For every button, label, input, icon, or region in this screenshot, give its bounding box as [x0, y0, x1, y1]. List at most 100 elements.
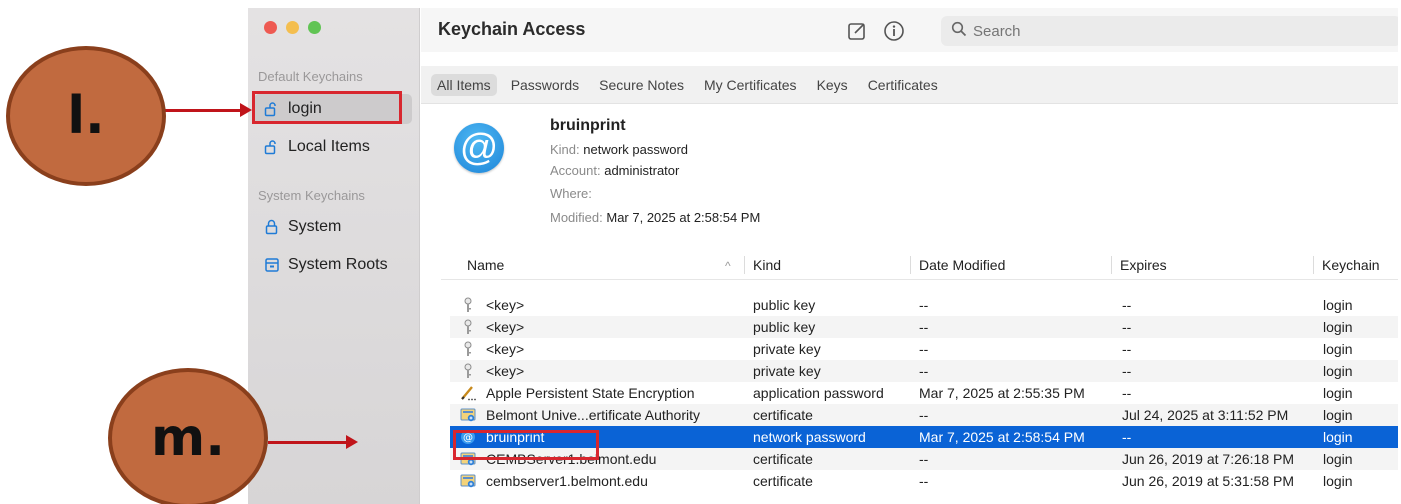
- callout-m-arrow: [268, 435, 358, 449]
- sidebar-item-login[interactable]: login: [254, 94, 412, 124]
- sidebar-item-system-roots[interactable]: System Roots: [254, 250, 412, 280]
- callout-m: m.: [108, 368, 268, 504]
- close-window-button[interactable]: [264, 21, 277, 34]
- category-tabs: All Items Passwords Secure Notes My Cert…: [421, 66, 1398, 104]
- unlocked-padlock-icon: [264, 139, 280, 155]
- info-icon[interactable]: [883, 20, 905, 42]
- date-modified-cell: --: [919, 407, 929, 423]
- sidebar: Default Keychains login Local Items Syst…: [248, 8, 420, 504]
- date-modified-cell: --: [919, 297, 929, 313]
- item-where: Where:: [550, 186, 592, 201]
- date-modified-cell: --: [919, 451, 929, 467]
- expires-cell: Jun 26, 2019 at 7:26:18 PM: [1122, 451, 1295, 467]
- column-header-name[interactable]: Name: [467, 257, 504, 273]
- main-pane: Keychain Access All Items Passwords Sec: [421, 8, 1398, 504]
- column-header-kind[interactable]: Kind: [753, 257, 781, 273]
- window-title: Keychain Access: [438, 19, 586, 39]
- name-cell: <key>: [486, 297, 525, 313]
- sidebar-section-system-keychains: System Keychains: [258, 188, 365, 203]
- kind-cell: private key: [753, 363, 821, 379]
- certificate-icon: [460, 407, 476, 423]
- item-kind: Kind: network password: [550, 142, 688, 157]
- svg-text:@: @: [463, 433, 473, 444]
- expires-cell: --: [1122, 319, 1132, 335]
- key-icon: [460, 363, 476, 379]
- table-row[interactable]: Belmont Unive...ertificate Authority cert…: [450, 404, 1398, 426]
- keychain-cell: login: [1323, 385, 1353, 401]
- keychain-cell: login: [1323, 363, 1353, 379]
- expires-cell: Jul 24, 2025 at 3:11:52 PM: [1122, 407, 1289, 423]
- table-row[interactable]: <key> private key -- -- login: [450, 360, 1398, 382]
- tab-passwords[interactable]: Passwords: [511, 74, 579, 96]
- item-account: Account: administrator: [550, 163, 679, 178]
- table-row[interactable]: <key> public key -- -- login: [450, 316, 1398, 338]
- name-cell: CEMBServer1.belmont.edu: [486, 451, 657, 467]
- expires-cell: --: [1122, 341, 1132, 357]
- sidebar-item-label: login: [288, 100, 322, 117]
- date-modified-cell: Mar 7, 2025 at 2:58:54 PM: [919, 429, 1085, 445]
- column-header-date-modified[interactable]: Date Modified: [919, 257, 1005, 273]
- date-modified-cell: --: [919, 363, 929, 379]
- key-icon: [460, 297, 476, 313]
- kind-value: network password: [583, 142, 689, 157]
- search-field[interactable]: [941, 16, 1398, 46]
- callout-l-arrow: [164, 103, 252, 117]
- table-row[interactable]: <key> private key -- -- login: [450, 338, 1398, 360]
- expires-cell: --: [1122, 363, 1132, 379]
- tab-secure-notes[interactable]: Secure Notes: [599, 74, 684, 96]
- tab-my-certificates[interactable]: My Certificates: [704, 74, 797, 96]
- table-header: Name ^ Kind Date Modified Expires Keycha…: [441, 252, 1398, 280]
- kind-cell: certificate: [753, 407, 813, 423]
- table-row[interactable]: CEMBServer1.belmont.edu certificate -- Jun …: [450, 448, 1398, 470]
- modified-label: Modified:: [550, 210, 603, 225]
- certificate-icon: [460, 473, 476, 489]
- unlocked-padlock-icon: [264, 101, 280, 117]
- key-icon: [460, 319, 476, 335]
- column-header-expires[interactable]: Expires: [1120, 257, 1167, 273]
- item-modified: Modified: Mar 7, 2025 at 2:58:54 PM: [550, 210, 760, 225]
- pen-icon: [460, 385, 476, 401]
- keychain-cell: login: [1323, 429, 1353, 445]
- modified-value: Mar 7, 2025 at 2:58:54 PM: [606, 210, 761, 225]
- toolbar: Keychain Access: [421, 8, 1398, 52]
- zoom-window-button[interactable]: [308, 21, 321, 34]
- search-input[interactable]: [973, 22, 1373, 40]
- name-cell: Apple Persistent State Encryption: [486, 385, 695, 401]
- cabinet-icon: [264, 257, 280, 273]
- at-sign-icon: @: [460, 429, 476, 445]
- sidebar-item-system[interactable]: System: [254, 212, 412, 242]
- keychain-cell: login: [1323, 407, 1353, 423]
- tab-certificates[interactable]: Certificates: [868, 74, 938, 96]
- expires-cell: --: [1122, 297, 1132, 313]
- keychain-cell: login: [1323, 297, 1353, 313]
- kind-label: Kind:: [550, 142, 580, 157]
- tab-keys[interactable]: Keys: [817, 74, 848, 96]
- column-header-keychain[interactable]: Keychain: [1322, 257, 1380, 273]
- sidebar-item-local-items[interactable]: Local Items: [254, 132, 412, 162]
- keychain-access-window: Default Keychains login Local Items Syst…: [248, 8, 1398, 504]
- sidebar-item-label: System: [288, 218, 342, 235]
- kind-cell: certificate: [753, 473, 813, 489]
- sidebar-section-default-keychains: Default Keychains: [258, 69, 363, 84]
- keychain-cell: login: [1323, 319, 1353, 335]
- kind-cell: certificate: [753, 451, 813, 467]
- compose-icon[interactable]: [846, 20, 868, 42]
- keychain-cell: login: [1323, 451, 1353, 467]
- table-row[interactable]: cembserver1.belmont.edu certificate -- Jun …: [450, 470, 1398, 492]
- date-modified-cell: --: [919, 473, 929, 489]
- kind-cell: network password: [753, 429, 866, 445]
- table-row[interactable]: @ bruinprint network password Mar 7, 2025 a…: [450, 426, 1398, 448]
- name-cell: bruinprint: [486, 429, 545, 445]
- table-row[interactable]: Apple Persistent State Encryption applica…: [450, 382, 1398, 404]
- tab-all-items[interactable]: All Items: [431, 73, 497, 96]
- table-row[interactable]: <key> public key -- -- login: [450, 294, 1398, 316]
- expires-cell: --: [1122, 385, 1132, 401]
- key-icon: [460, 341, 476, 357]
- keychain-cell: login: [1323, 473, 1353, 489]
- where-label: Where:: [550, 186, 592, 201]
- minimize-window-button[interactable]: [286, 21, 299, 34]
- certificate-icon: [460, 451, 476, 467]
- date-modified-cell: Mar 7, 2025 at 2:55:35 PM: [919, 385, 1085, 401]
- keychain-cell: login: [1323, 341, 1353, 357]
- item-name: bruinprint: [550, 117, 626, 134]
